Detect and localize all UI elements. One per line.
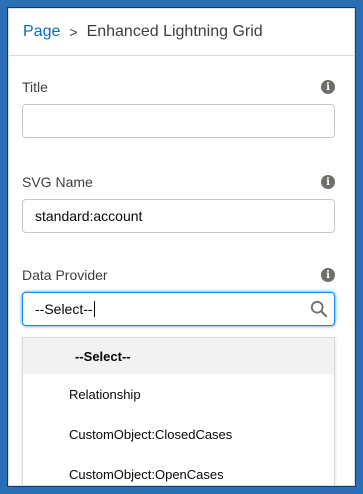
title-field: Title i [22, 79, 335, 138]
data-provider-combobox[interactable]: --Select-- [22, 292, 335, 326]
svg-name-field: SVG Name i standard:account [22, 174, 335, 233]
search-icon[interactable] [310, 300, 328, 318]
breadcrumb-page-link[interactable]: Page [23, 23, 60, 41]
data-provider-listbox: --Select-- Relationship CustomObject:Clo… [22, 337, 335, 485]
option-relationship[interactable]: Relationship [23, 374, 334, 414]
property-panel: Page > Enhanced Lightning Grid Title i S… [8, 8, 355, 486]
data-provider-label: Data Provider [22, 267, 108, 283]
info-icon[interactable]: i [321, 80, 335, 94]
title-input[interactable] [22, 104, 335, 138]
data-provider-field: Data Provider i --Select-- [22, 267, 335, 326]
svg-name-label: SVG Name [22, 174, 93, 190]
breadcrumb-separator: > [69, 24, 78, 40]
option-open-cases[interactable]: CustomObject:OpenCases [23, 454, 334, 485]
data-provider-value: --Select-- [35, 301, 93, 317]
text-cursor [93, 301, 95, 317]
info-icon[interactable]: i [321, 268, 335, 282]
svg-name-input[interactable]: standard:account [22, 199, 335, 233]
option-closed-cases[interactable]: CustomObject:ClosedCases [23, 414, 334, 454]
breadcrumb-current: Enhanced Lightning Grid [86, 23, 263, 40]
option-select[interactable]: --Select-- [23, 338, 334, 374]
info-icon[interactable]: i [321, 175, 335, 189]
title-label: Title [22, 79, 48, 95]
breadcrumb: Page > Enhanced Lightning Grid [9, 9, 354, 56]
